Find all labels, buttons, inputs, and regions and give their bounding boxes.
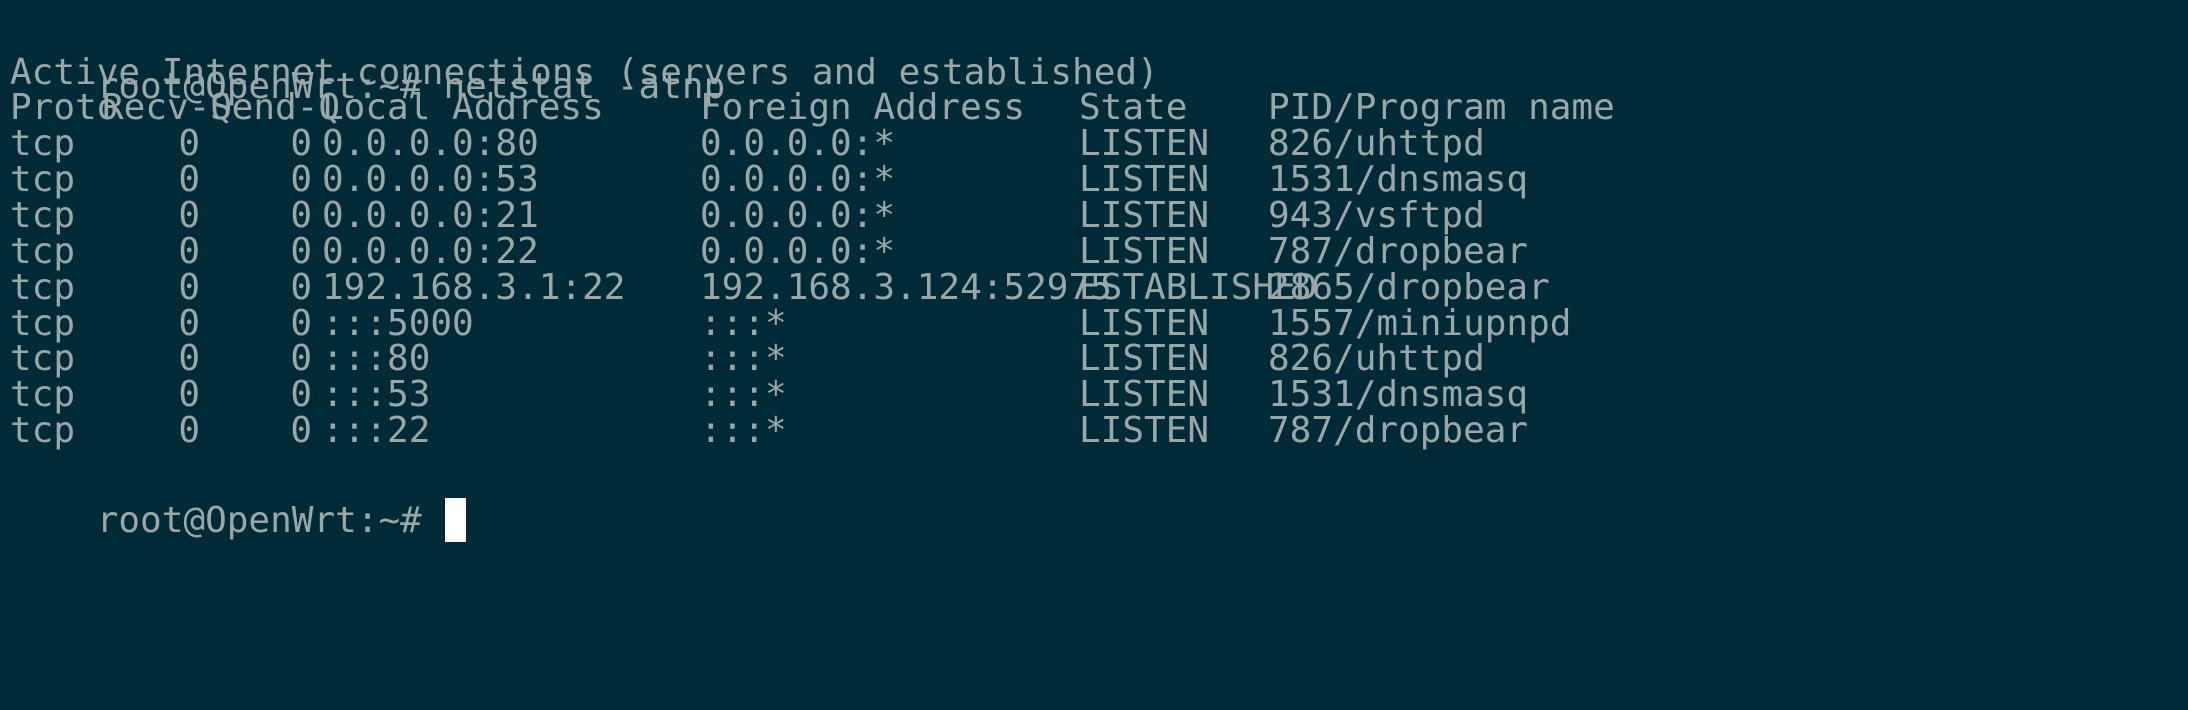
terminal-window[interactable]: ----------------------------------------…	[0, 0, 2188, 710]
shell-prompt: root@OpenWrt:~#	[96, 500, 444, 541]
text-cursor	[445, 498, 467, 542]
final-prompt-line[interactable]: root@OpenWrt:~#	[10, 446, 467, 542]
cell-foreign-address: :::*	[700, 410, 787, 452]
cell-pid-program: 787/dropbear	[1268, 410, 1529, 452]
cell-state: LISTEN	[1079, 410, 1210, 452]
